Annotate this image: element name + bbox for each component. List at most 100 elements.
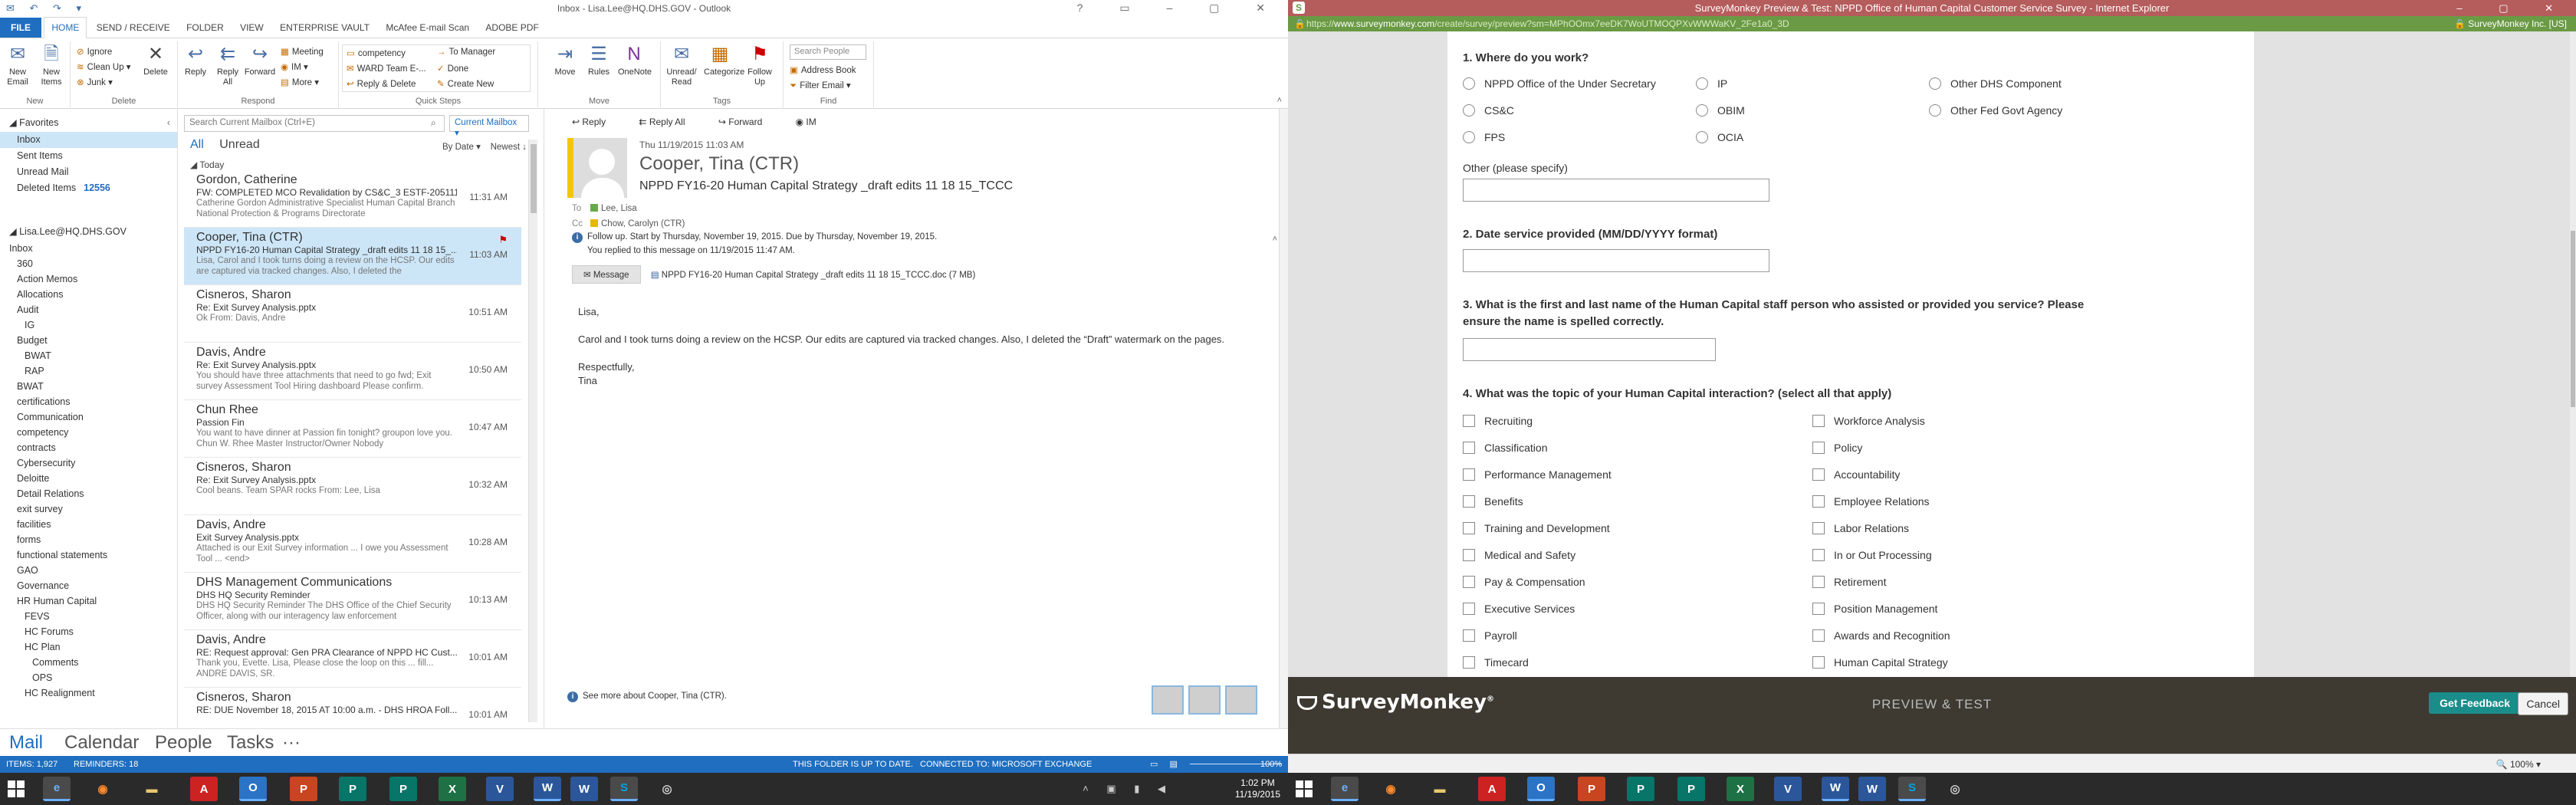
explorer-taskbar-icon[interactable]: ▬: [138, 777, 166, 801]
reply-all-button[interactable]: ⇇ Reply All: [212, 43, 244, 87]
cancel-button[interactable]: Cancel: [2518, 692, 2568, 715]
folder-item[interactable]: 360: [0, 256, 177, 272]
checkbox[interactable]: [1812, 495, 1825, 508]
folder-item[interactable]: Inbox: [0, 241, 177, 257]
q4-option[interactable]: Recruiting: [1463, 415, 1533, 427]
qs-ward-team[interactable]: ✉ WARD Team E-...: [347, 63, 426, 74]
q4-option[interactable]: Retirement: [1812, 576, 1886, 588]
folder-item[interactable]: HC Plan: [0, 639, 177, 656]
folder-item[interactable]: contracts: [0, 440, 177, 456]
radio-button[interactable]: [1463, 131, 1475, 143]
word-taskbar-icon-2[interactable]: W: [570, 777, 598, 801]
message-item[interactable]: Cisneros, Sharon Re: Exit Survey Analysis…: [184, 285, 521, 343]
checkbox[interactable]: [1812, 468, 1825, 481]
q4-option[interactable]: Accountability: [1812, 468, 1900, 481]
outlook-taskbar-icon[interactable]: O: [1527, 777, 1555, 801]
tab-adobe-pdf[interactable]: ADOBE PDF: [478, 18, 545, 38]
forward-button[interactable]: ↪ Forward: [244, 43, 276, 77]
word-taskbar-icon[interactable]: W: [1822, 777, 1849, 801]
q4-option[interactable]: Workforce Analysis: [1812, 415, 1925, 427]
collapse-pane-icon[interactable]: ‹: [167, 115, 170, 131]
q4-option[interactable]: Awards and Recognition: [1812, 629, 1950, 642]
q1-option[interactable]: IP: [1696, 77, 1727, 90]
radio-button[interactable]: [1696, 131, 1708, 143]
q1-option[interactable]: Other DHS Component: [1929, 77, 2062, 90]
new-items-button[interactable]: 🗎 New Items: [35, 43, 67, 87]
system-clock[interactable]: 1:02 PM 11/19/2015: [1235, 777, 1280, 800]
message-item[interactable]: Cisneros, Sharon Re: Exit Survey Analysis…: [184, 458, 521, 515]
checkbox[interactable]: [1463, 495, 1475, 508]
delete-button[interactable]: ✕ Delete: [140, 43, 172, 77]
nav-people[interactable]: People: [155, 732, 212, 754]
project-taskbar-icon[interactable]: P: [389, 777, 417, 801]
search-mailbox-input[interactable]: Search Current Mailbox (Ctrl+E): [184, 115, 445, 132]
im-button[interactable]: ◉ IM ▾: [281, 61, 308, 72]
folder-item[interactable]: FEVS: [0, 609, 177, 625]
checkbox[interactable]: [1463, 576, 1475, 588]
q1-option[interactable]: Other Fed Govt Agency: [1929, 104, 2062, 117]
ie-zoom[interactable]: 🔍 100% ▾: [2496, 759, 2541, 770]
app-taskbar-icon[interactable]: ◎: [1941, 777, 1969, 801]
q1-other-input[interactable]: [1463, 179, 1769, 202]
q4-option[interactable]: Training and Development: [1463, 522, 1610, 534]
app-taskbar-icon[interactable]: ◎: [653, 777, 681, 801]
firefox-taskbar-icon[interactable]: ◉: [89, 777, 117, 801]
folder-item[interactable]: Cybersecurity: [0, 455, 177, 472]
rp-im-button[interactable]: ◉ IM: [796, 117, 832, 127]
q4-option[interactable]: Classification: [1463, 442, 1547, 454]
q3-name-input[interactable]: [1463, 338, 1716, 361]
rp-forward-button[interactable]: ↪ Forward: [718, 117, 777, 127]
message-item[interactable]: Davis, Andre Exit Survey Analysis.pptx Att…: [184, 515, 521, 573]
checkbox[interactable]: [1812, 576, 1825, 588]
info-bar[interactable]: i Follow up. Start by Thursday, November …: [572, 230, 937, 258]
tab-view[interactable]: VIEW: [233, 18, 271, 38]
message-list-scrollbar[interactable]: [528, 140, 537, 722]
checkbox[interactable]: [1812, 603, 1825, 615]
qs-competency[interactable]: ▭ competency: [347, 48, 406, 58]
checkbox[interactable]: [1463, 468, 1475, 481]
filter-all[interactable]: All: [190, 138, 204, 151]
powerpoint-taskbar-icon[interactable]: P: [1578, 777, 1605, 801]
message-sender[interactable]: Cooper, Tina (CTR): [639, 153, 799, 175]
radio-button[interactable]: [1696, 77, 1708, 90]
folder-item[interactable]: HR Human Capital: [0, 593, 177, 610]
folder-item[interactable]: facilities: [0, 517, 177, 533]
rules-button[interactable]: ☰ Rules: [583, 43, 615, 77]
folder-unread-mail[interactable]: Unread Mail: [0, 164, 177, 180]
scroll-thumb[interactable]: [531, 144, 537, 213]
q4-option[interactable]: Labor Relations: [1812, 522, 1909, 534]
folder-item[interactable]: GAO: [0, 563, 177, 579]
message-item[interactable]: Cisneros, Sharon RE: DUE November 18, 201…: [184, 688, 521, 728]
message-item[interactable]: Gordon, Catherine FW: COMPLETED MCO Reval…: [184, 170, 521, 228]
folder-deleted-items[interactable]: Deleted Items 12556: [0, 180, 177, 196]
reading-scrollbar[interactable]: [1279, 109, 1288, 728]
filter-email-button[interactable]: ⏷ Filter Email ▾: [790, 80, 851, 91]
junk-button[interactable]: ⊗ Junk ▾: [77, 77, 113, 87]
checkbox[interactable]: [1463, 549, 1475, 561]
status-reminders[interactable]: REMINDERS: 18: [74, 756, 138, 773]
radio-button[interactable]: [1929, 104, 1941, 117]
message-item[interactable]: DHS Management Communications DHS HQ Secu…: [184, 573, 521, 630]
radio-button[interactable]: [1463, 77, 1475, 90]
firefox-taskbar-icon[interactable]: ◉: [1377, 777, 1405, 801]
collapse-header-icon[interactable]: ˄: [1273, 235, 1277, 244]
checkbox[interactable]: [1463, 522, 1475, 534]
attachment-file[interactable]: ▤ NPPD FY16-20 Human Capital Strategy _d…: [651, 271, 976, 280]
qs-done[interactable]: ✓ Done: [437, 63, 468, 74]
publisher-taskbar-icon[interactable]: P: [339, 777, 366, 801]
outlook-taskbar-icon[interactable]: O: [239, 777, 267, 801]
q4-option[interactable]: Performance Management: [1463, 468, 1612, 481]
folder-item[interactable]: Budget: [0, 333, 177, 349]
collapse-ribbon-icon[interactable]: ˄: [1277, 96, 1282, 105]
skype-taskbar-icon[interactable]: S: [610, 777, 638, 801]
word-taskbar-icon-2[interactable]: W: [1858, 777, 1886, 801]
rp-reply-all-button[interactable]: ⇇ Reply All: [639, 117, 700, 127]
publisher-taskbar-icon[interactable]: P: [1627, 777, 1654, 801]
folder-item[interactable]: Audit: [0, 302, 177, 318]
q4-option[interactable]: Executive Services: [1463, 603, 1575, 615]
reply-button[interactable]: ↩ Reply: [179, 43, 212, 77]
qs-create-new[interactable]: ✎ Create New: [437, 78, 494, 89]
message-item[interactable]: Davis, Andre Re: Exit Survey Analysis.ppt…: [184, 343, 521, 400]
address-book-button[interactable]: ▣ Address Book: [790, 64, 856, 75]
q4-option[interactable]: Position Management: [1812, 603, 1937, 615]
